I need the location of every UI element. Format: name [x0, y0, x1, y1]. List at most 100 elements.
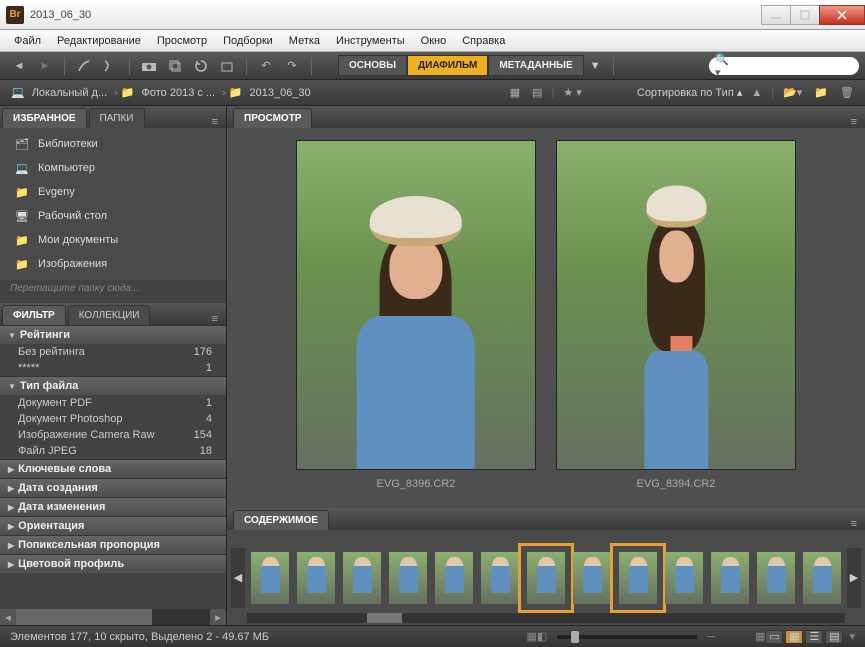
trash-icon[interactable]: 🗑: [837, 86, 857, 99]
open-button[interactable]: [216, 56, 238, 76]
thumb-view-icon[interactable]: ▤: [529, 86, 545, 99]
filmstrip-prev-button[interactable]: ◀: [231, 548, 245, 608]
thumbnail[interactable]: [527, 552, 565, 604]
view-mode-button[interactable]: ▦: [785, 630, 803, 644]
thumbnail[interactable]: [619, 552, 657, 604]
scroll-right-icon[interactable]: ▸: [210, 609, 226, 625]
status-icon[interactable]: ─: [707, 631, 715, 643]
thumbnail[interactable]: [711, 552, 749, 604]
options-icon[interactable]: ▾: [849, 630, 855, 643]
filter-group-header[interactable]: ▶Ключевые слова: [0, 459, 226, 478]
preview-image[interactable]: [296, 140, 536, 470]
favorite-item[interactable]: 📁Изображения: [0, 252, 226, 276]
status-icon[interactable]: ◧: [537, 630, 547, 643]
thumbnail[interactable]: [435, 552, 473, 604]
breadcrumb[interactable]: Фото 2013 с ...: [138, 87, 220, 99]
workspace-tab[interactable]: ОСНОВЫ: [338, 55, 407, 76]
tab-filter[interactable]: ФИЛЬТР: [2, 305, 66, 325]
panel-menu-icon[interactable]: ≡: [204, 116, 226, 128]
back-button[interactable]: ◄: [8, 56, 30, 76]
filter-group-header[interactable]: ▶Дата изменения: [0, 497, 226, 516]
slider-knob[interactable]: [571, 631, 579, 643]
workspace-dropdown[interactable]: ▼: [584, 56, 607, 76]
thumbnail[interactable]: [343, 552, 381, 604]
filmstrip-next-button[interactable]: ▶: [847, 548, 861, 608]
filter-group-header[interactable]: ▶Ориентация: [0, 516, 226, 535]
refresh-button[interactable]: [190, 56, 212, 76]
favorite-item[interactable]: 💻Компьютер: [0, 156, 226, 180]
thumbnail[interactable]: [757, 552, 795, 604]
grid-view-icon[interactable]: ▦: [507, 86, 523, 99]
star-filter-icon[interactable]: ★ ▾: [560, 86, 584, 99]
favorite-item[interactable]: 📁Evgeny: [0, 180, 226, 204]
tab-content[interactable]: СОДЕРЖИМОЕ: [233, 510, 329, 530]
tab-folders[interactable]: ПАПКИ: [89, 108, 145, 128]
copy-button[interactable]: [164, 56, 186, 76]
new-folder-icon[interactable]: 📁: [811, 86, 831, 99]
panel-scrollbar[interactable]: ◂ ▸: [0, 609, 226, 625]
view-mode-button[interactable]: ☰: [805, 630, 823, 644]
menu-item[interactable]: Файл: [6, 32, 49, 50]
favorite-item[interactable]: 🗂Библиотеки: [0, 132, 226, 156]
sort-direction-icon[interactable]: ▲: [748, 87, 765, 99]
search-input[interactable]: [732, 60, 865, 72]
thumbnail[interactable]: [251, 552, 289, 604]
thumbnail-size-slider[interactable]: [557, 635, 697, 639]
filter-row[interactable]: Изображение Camera Raw154: [0, 427, 226, 443]
breadcrumb[interactable]: Локальный д...: [28, 87, 111, 99]
minimize-button[interactable]: [761, 5, 791, 25]
thumbnail[interactable]: [803, 552, 841, 604]
thumbnail[interactable]: [297, 552, 335, 604]
search-box[interactable]: 🔍▾: [709, 57, 859, 75]
close-button[interactable]: [819, 5, 865, 25]
view-mode-button[interactable]: ▤: [825, 630, 843, 644]
menu-item[interactable]: Метка: [281, 32, 328, 50]
status-icon[interactable]: ▦: [526, 630, 536, 643]
preview-image[interactable]: [556, 140, 796, 470]
thumbnail[interactable]: [573, 552, 611, 604]
panel-menu-icon[interactable]: ≡: [843, 116, 865, 128]
preview-item[interactable]: EVG_8394.CR2: [556, 140, 796, 490]
filter-group-header[interactable]: ▼Рейтинги: [0, 325, 226, 344]
computer-icon[interactable]: 💻: [8, 86, 28, 99]
filter-row[interactable]: Документ PDF1: [0, 395, 226, 411]
lock-icon[interactable]: ▦: [755, 630, 765, 643]
filter-row[interactable]: Файл JPEG18: [0, 443, 226, 459]
tab-collections[interactable]: КОЛЛЕКЦИИ: [68, 305, 151, 325]
menu-item[interactable]: Инструменты: [328, 32, 413, 50]
scrollbar-handle[interactable]: [16, 609, 152, 625]
panel-menu-icon[interactable]: ≡: [843, 518, 865, 530]
preview-item[interactable]: EVG_8396.CR2: [296, 140, 536, 490]
filter-group-header[interactable]: ▶Цветовой профиль: [0, 554, 226, 573]
workspace-tab[interactable]: ДИАФИЛЬМ: [407, 55, 488, 76]
favorite-item[interactable]: 🖥Рабочий стол: [0, 204, 226, 228]
maximize-button[interactable]: [790, 5, 820, 25]
breadcrumb[interactable]: 2013_06_30: [245, 87, 314, 99]
filter-group-header[interactable]: ▶Дата создания: [0, 478, 226, 497]
menu-item[interactable]: Справка: [454, 32, 513, 50]
menu-item[interactable]: Окно: [413, 32, 455, 50]
filmstrip-scrollbar[interactable]: [247, 613, 845, 623]
rotate-ccw-button[interactable]: ↶: [255, 56, 277, 76]
forward-button[interactable]: ►: [34, 56, 56, 76]
view-mode-button[interactable]: ▭: [765, 630, 783, 644]
rotate-cw-button[interactable]: ↷: [281, 56, 303, 76]
tab-preview[interactable]: ПРОСМОТР: [233, 108, 312, 128]
filter-row[interactable]: *****1: [0, 360, 226, 376]
filter-row[interactable]: Документ Photoshop4: [0, 411, 226, 427]
scroll-left-icon[interactable]: ◂: [0, 609, 16, 625]
panel-menu-icon[interactable]: ≡: [204, 313, 226, 325]
filter-group-header[interactable]: ▼Тип файла: [0, 376, 226, 395]
thumbnail[interactable]: [481, 552, 519, 604]
reveal-button[interactable]: [73, 56, 95, 76]
open-folder-icon[interactable]: 📂▾: [780, 86, 805, 99]
filter-row[interactable]: Без рейтинга176: [0, 344, 226, 360]
menu-item[interactable]: Подборки: [215, 32, 281, 50]
camera-button[interactable]: [138, 56, 160, 76]
thumbnail[interactable]: [665, 552, 703, 604]
boomerang-button[interactable]: [99, 56, 121, 76]
menu-item[interactable]: Редактирование: [49, 32, 149, 50]
favorite-item[interactable]: 📁Мои документы: [0, 228, 226, 252]
sort-dropdown[interactable]: Сортировка по Тип ▴: [637, 86, 742, 99]
tab-favorites[interactable]: ИЗБРАННОЕ: [2, 108, 87, 128]
